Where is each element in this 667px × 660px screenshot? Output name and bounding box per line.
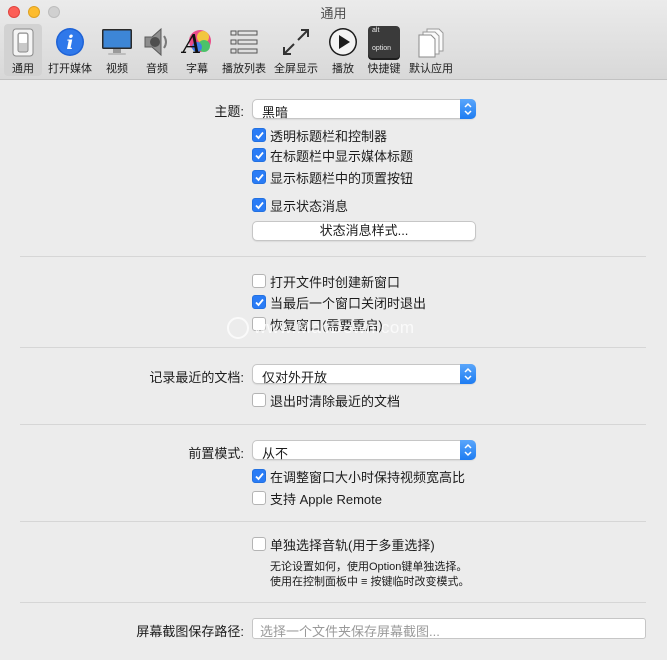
watermark-logo-icon [227,317,249,339]
tab-fullscreen[interactable]: 全屏显示 [272,24,320,76]
chevron-updown-icon [460,440,476,460]
audio-track-note-1: 无论设置如何，使用Option键单独选择。 [270,561,468,573]
preferences-window: 通用 通用 i 打开媒体 视频 音频 A 字幕 播放列表 全屏显示 播放 alt… [0,0,667,660]
front-mode-label: 前置模式: [188,446,244,461]
checkbox-label: 支持 Apple Remote [270,492,382,507]
tab-playback[interactable]: 播放 [326,24,360,76]
option-key-top: alt [372,27,380,34]
checkbox-label: 透明标题栏和控制器 [270,129,388,144]
theme-label: 主题: [214,104,244,119]
front-mode-select[interactable]: 从不 [252,440,476,461]
recent-documents-select-value: 仅对外开放 [262,370,328,385]
tab-label: 打开媒体 [48,63,92,75]
front-mode-select-value: 从不 [262,446,289,461]
checkbox-label: 单独选择音轨(用于多重选择) [270,538,435,553]
tab-shortcuts[interactable]: alt option 快捷键 [364,24,404,76]
checkbox-unchecked-icon [252,537,266,551]
tab-label: 音频 [146,63,168,75]
recent-documents-label: 记录最近的文档: [149,370,244,385]
info-icon: i [56,28,84,56]
svg-text:i: i [66,32,73,54]
list-icon [230,30,258,54]
svg-text:A: A [181,30,201,58]
divider [20,347,646,348]
checkbox-label: 打开文件时创建新窗口 [270,275,401,290]
screenshot-path-field[interactable]: 选择一个文件夹保存屏幕截图... [252,618,646,639]
checkbox-label: 在调整窗口大小时保持视频宽高比 [270,470,466,485]
tab-label: 播放 [332,63,354,75]
divider [20,602,646,603]
checkbox-checked-icon [252,295,266,309]
tab-label: 全屏显示 [274,63,318,75]
checkbox-label: 当最后一个窗口关闭时退出 [270,296,427,311]
screenshot-path-label: 屏幕截图保存路径: [136,624,244,639]
checkbox-label: 在标题栏中显示媒体标题 [270,149,414,164]
chevron-updown-icon [460,364,476,384]
checkbox-unchecked-icon [252,274,266,288]
status-style-button[interactable]: 状态消息样式... [252,221,476,241]
tab-subtitles[interactable]: A 字幕 [180,24,214,76]
checkbox-checked-icon [252,469,266,483]
tab-general[interactable]: 通用 [4,24,42,76]
checkbox-unchecked-icon [252,393,266,407]
tab-playlist[interactable]: 播放列表 [220,24,268,76]
recent-documents-select[interactable]: 仅对外开放 [252,364,476,385]
checkbox-label: 显示状态消息 [270,199,349,214]
tab-label: 快捷键 [367,63,401,75]
checkbox-checked-icon [252,170,266,184]
checkbox-checked-icon [252,198,266,212]
tab-default-apps[interactable]: 默认应用 [406,24,456,76]
documents-icon [418,28,444,58]
tab-open-media[interactable]: i 打开媒体 [44,24,96,76]
tab-label: 视频 [106,63,128,75]
toolbar: 通用 通用 i 打开媒体 视频 音频 A 字幕 播放列表 全屏显示 播放 alt… [0,0,667,80]
option-key-bottom: option [372,45,392,52]
watermark-text: www.MacDown.com [254,318,415,337]
option-key-icon: alt option [368,26,400,58]
checkbox-label: 显示标题栏中的顶置按钮 [270,171,414,186]
watermark: www.MacDown.com [227,317,415,339]
chevron-updown-icon [460,99,476,119]
play-icon [329,28,357,56]
speaker-icon [144,27,167,57]
divider [20,256,646,257]
tab-label: 通用 [12,63,34,75]
theme-select[interactable]: 黑暗 [252,99,476,120]
audio-track-note-2: 使用在控制面板中 ≡ 按键临时改变模式。 [270,576,470,588]
tab-label: 播放列表 [222,63,266,75]
tab-video[interactable]: 视频 [100,24,134,76]
theme-select-value: 黑暗 [262,105,289,120]
divider [20,424,646,425]
general-switch-icon [12,28,34,57]
tab-audio[interactable]: 音频 [140,24,174,76]
fullscreen-icon [283,29,309,55]
checkbox-label: 退出时清除最近的文档 [270,394,401,409]
tab-label: 默认应用 [409,63,453,75]
tab-label: 字幕 [186,63,208,75]
checkbox-checked-icon [252,148,266,162]
divider [20,521,646,522]
monitor-icon [102,29,132,55]
checkbox-unchecked-icon [252,491,266,505]
font-color-icon: A [181,30,211,58]
checkbox-checked-icon [252,128,266,142]
window-title: 通用 [320,6,347,21]
